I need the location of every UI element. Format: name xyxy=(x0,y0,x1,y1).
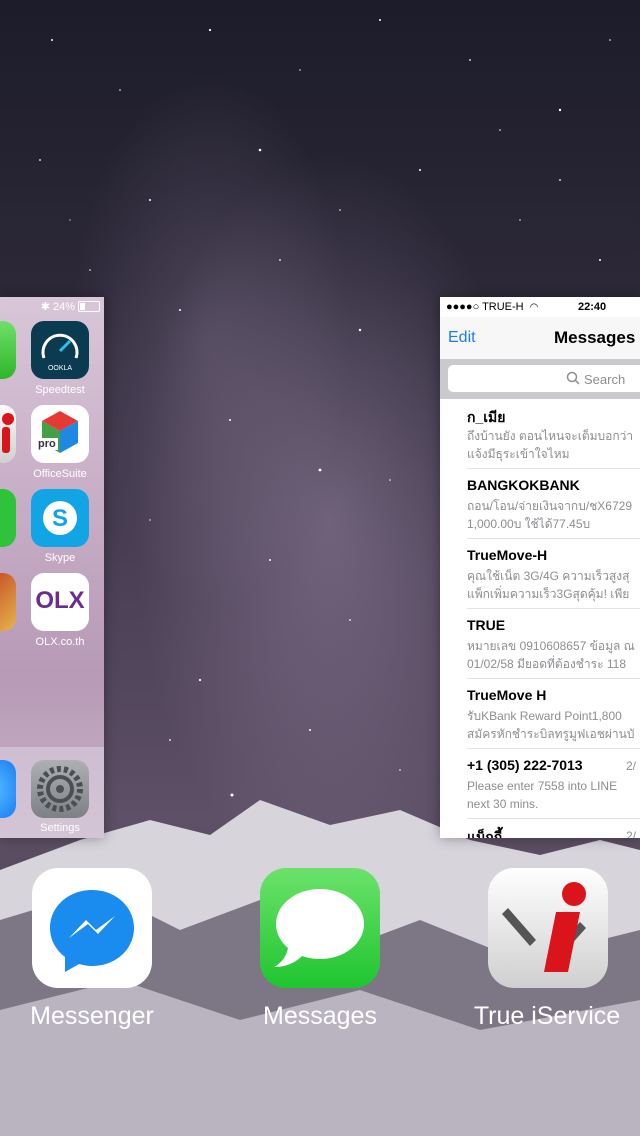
viewpro-icon[interactable] xyxy=(0,573,16,631)
thread-preview: รับKBank Reward Point1,800 สมัครหักชำระบิ… xyxy=(467,709,635,741)
status-bar: ●●●●○ TRUE-H ◠ xyxy=(440,297,640,317)
app-label-skype: Skype xyxy=(44,552,76,564)
battery-percent: 24% xyxy=(52,300,75,313)
facetime-icon[interactable] xyxy=(0,321,16,379)
thread-name: แม็กกี้ xyxy=(467,829,503,838)
bluetooth-icon: ✱ xyxy=(40,301,50,313)
app-label-facetime: me xyxy=(0,384,22,396)
app-label-speedtest: Speedtest xyxy=(35,384,85,396)
search-bar-container: Search xyxy=(440,359,640,399)
messages-app-card[interactable]: ●●●●○ TRUE-H ◠ 22:40 Edit Messages Searc… xyxy=(440,297,640,838)
thread-preview: Please enter 7558 into LINE next 30 mins. xyxy=(467,779,618,811)
speech-bubble-icon xyxy=(274,889,364,967)
search-placeholder: Search xyxy=(584,372,626,387)
messenger-icon xyxy=(50,890,134,972)
app-label-settings: Settings xyxy=(40,822,80,834)
svg-text:S: S xyxy=(52,505,68,532)
true-iservice-app-icon[interactable] xyxy=(488,868,608,988)
thread-name: TrueMove-H xyxy=(467,547,548,563)
conversation-list: ก_เมีย ถึงบ้านยัง ตอนไหนจะเต็มบอกว่า แจ้ง… xyxy=(440,399,640,838)
app-label-messages: Messages xyxy=(263,1002,377,1030)
app-label-messenger: Messenger xyxy=(30,1002,154,1030)
conversation-row[interactable]: TrueMove-H คุณใช้เน็ต 3G/4G ความเร็วสูงส… xyxy=(467,539,640,609)
thread-date: 2/ xyxy=(625,759,636,773)
speedtest-icon[interactable]: OOKLA xyxy=(31,321,89,379)
wifi-icon: ◠ xyxy=(529,301,539,313)
messenger-app-icon[interactable] xyxy=(32,868,152,988)
officesuite-icon[interactable]: pro xyxy=(31,405,89,463)
search-icon xyxy=(566,371,580,385)
app-label-officesuite: OfficeSuite xyxy=(33,468,87,480)
safari-icon[interactable] xyxy=(0,760,16,818)
app-label-olx: OLX.co.th xyxy=(35,636,85,648)
olx-icon[interactable]: OLX xyxy=(31,573,89,631)
home-screen-card[interactable]: ✱ 24% me OOKLA Speedtest vice pro Office… xyxy=(0,297,104,838)
app-label-true-iservice-large: True iService xyxy=(473,1002,621,1030)
thread-preview: ถอน/โอน/จ่ายเงินจากบ/ชX6729 1,000.00บ ใช้… xyxy=(467,499,632,531)
true-iservice-small-icon[interactable] xyxy=(0,405,16,463)
thread-name: TRUE xyxy=(467,617,506,633)
thread-name: BANGKOKBANK xyxy=(467,477,580,493)
nav-bar: Edit Messages xyxy=(440,317,640,360)
app-label-true-iservice: vice xyxy=(0,468,22,480)
thread-name: TrueMove H xyxy=(467,687,547,703)
search-input[interactable]: Search xyxy=(448,365,640,392)
conversation-row[interactable]: +1 (305) 222-7013 2/ Please enter 7558 i… xyxy=(467,749,640,819)
thread-preview: ถึงบ้านยัง ตอนไหนจะเต็มบอกว่า แจ้งมีธุระเ… xyxy=(467,429,634,461)
messages-app-icon[interactable] xyxy=(260,868,380,988)
conversation-row[interactable]: ก_เมีย ถึงบ้านยัง ตอนไหนจะเต็มบอกว่า แจ้ง… xyxy=(467,399,640,469)
line-icon[interactable] xyxy=(0,489,16,547)
skype-icon[interactable]: S xyxy=(31,489,89,547)
nav-title: Messages xyxy=(554,328,636,347)
app-label-viewpro: wPro xyxy=(0,636,22,648)
conversation-row[interactable]: TRUE หมายเลข 0910608657 ข้อมูล ณ 01/02/58… xyxy=(467,609,640,679)
thread-name: ก_เมีย xyxy=(467,409,506,425)
battery-icon xyxy=(78,301,100,312)
thread-preview: หมายเลข 0910608657 ข้อมูล ณ 01/02/58 มียอ… xyxy=(467,639,635,671)
edit-button[interactable]: Edit xyxy=(448,329,476,347)
wrench-i-icon xyxy=(502,882,586,972)
conversation-row[interactable]: BANGKOKBANK ถอน/โอน/จ่ายเงินจากบ/ชX6729 1… xyxy=(467,469,640,539)
thread-date: 2/ xyxy=(625,829,636,838)
carrier-signal: ●●●●○ TRUE-H xyxy=(446,301,524,313)
thread-name: +1 (305) 222-7013 xyxy=(467,757,583,773)
status-time: 22:40 xyxy=(578,301,607,313)
conversation-row[interactable]: แม็กกี้ 2/ xyxy=(467,819,640,838)
status-bar: ✱ 24% xyxy=(41,300,100,313)
settings-icon[interactable] xyxy=(31,760,89,818)
thread-preview: คุณใช้เน็ต 3G/4G ความเร็วสูงสุ แพ็กเพิ่มค… xyxy=(467,569,630,601)
conversation-row[interactable]: TrueMove H รับKBank Reward Point1,800 สมั… xyxy=(467,679,640,749)
app-label-safari: i xyxy=(0,822,22,834)
